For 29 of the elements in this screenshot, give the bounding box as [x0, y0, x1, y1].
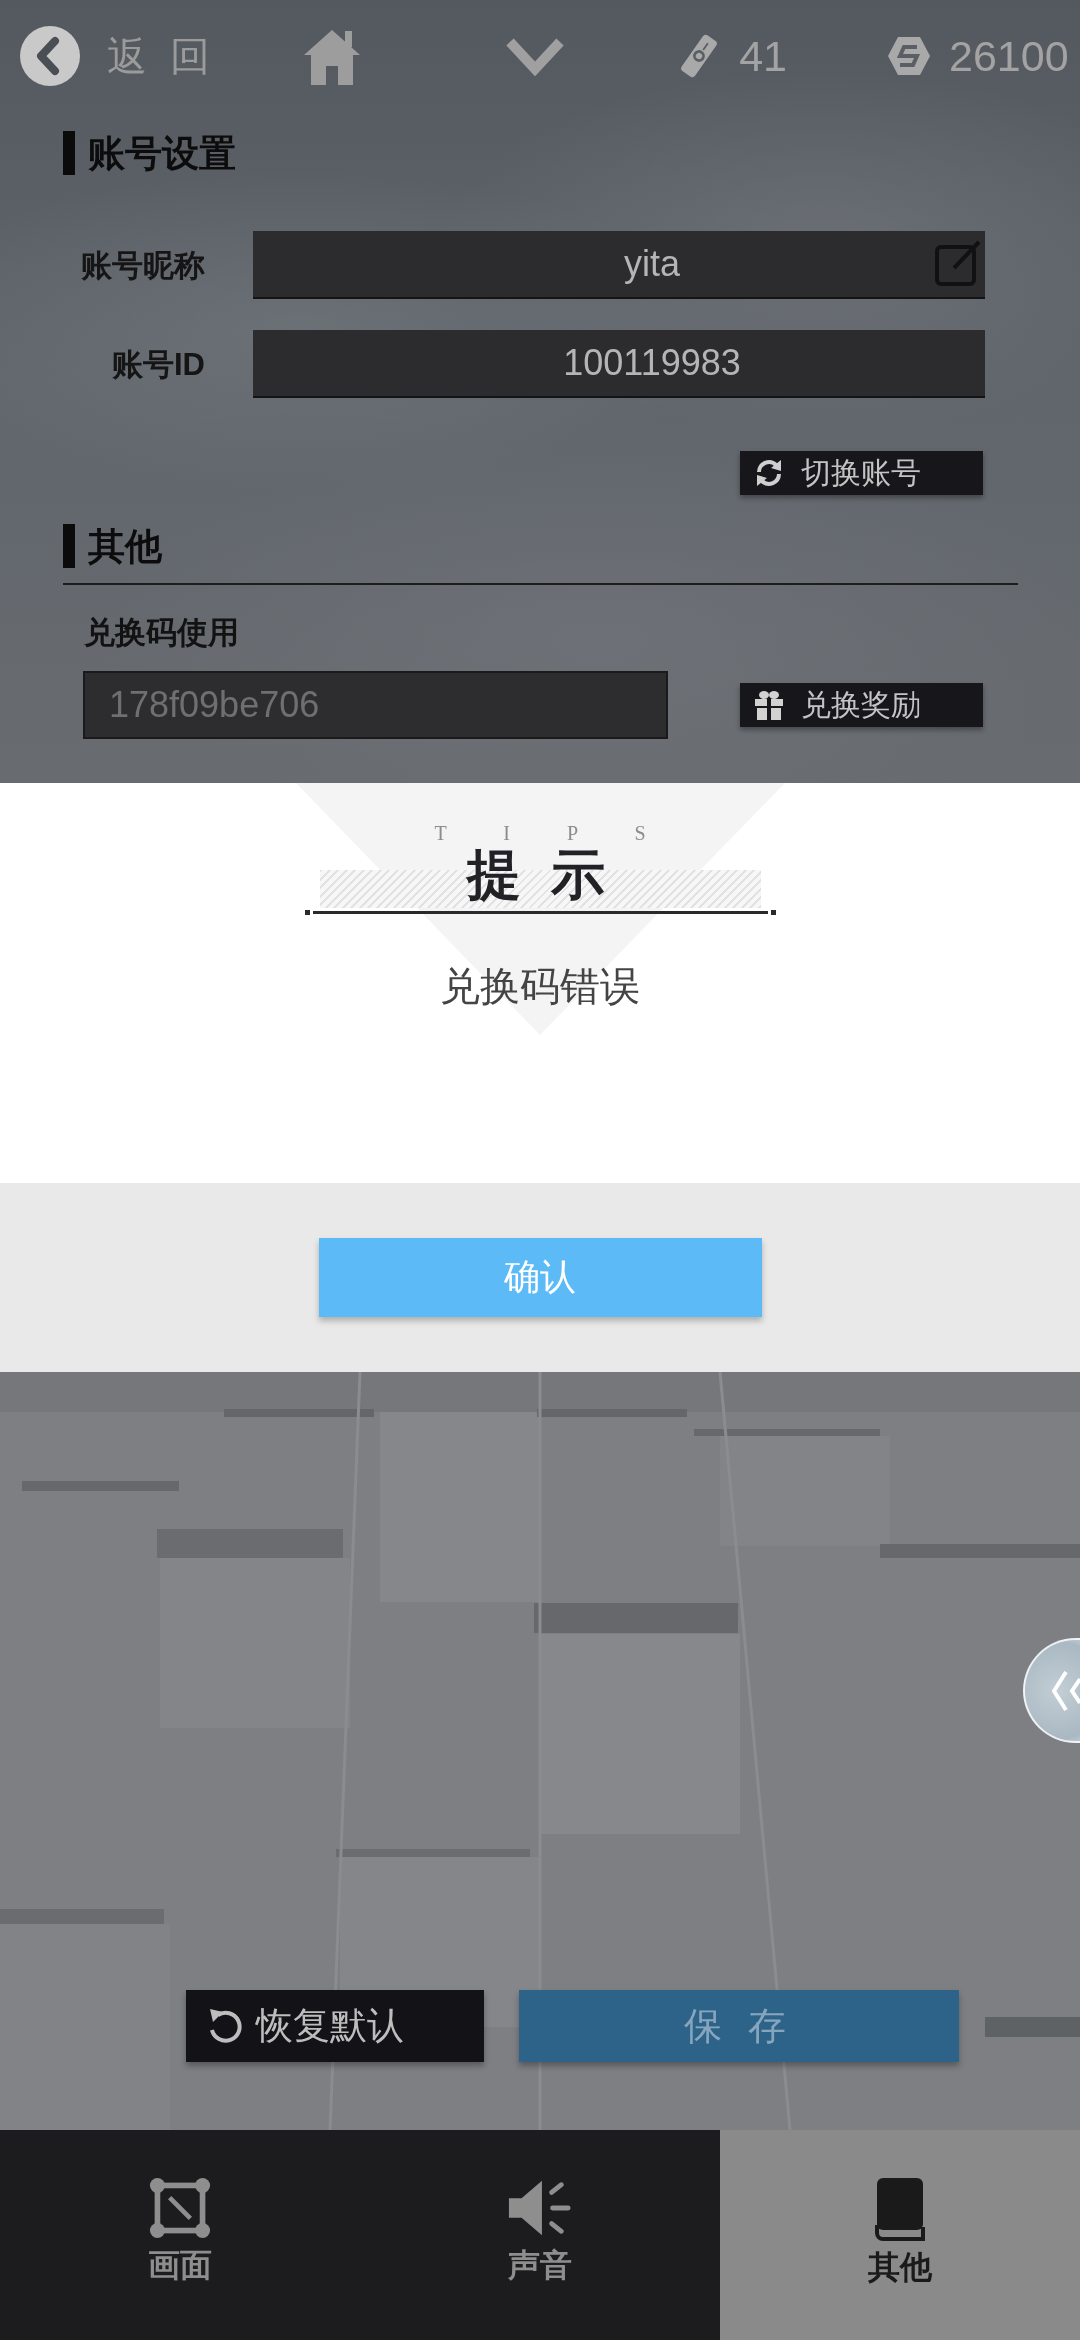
book-icon: [873, 2177, 927, 2241]
tab[interactable]: 其他: [720, 2130, 1080, 2340]
nickname-field[interactable]: yita: [253, 231, 985, 299]
back-icon: [20, 26, 80, 86]
field-label: 账号昵称: [81, 249, 205, 281]
ticket-count: 41: [739, 34, 787, 78]
dialog-title: 提 示: [467, 845, 613, 905]
dropdown-button[interactable]: [505, 36, 566, 76]
section-bar-icon: [63, 131, 75, 175]
field-label: 账号ID: [112, 348, 205, 380]
gift-icon: [753, 689, 785, 721]
switch-account-button[interactable]: 切换账号: [740, 451, 983, 495]
section-title: 其他: [88, 527, 162, 565]
chevron-down-icon: [505, 36, 566, 76]
redeem-code-field[interactable]: 178f09be706: [83, 671, 668, 739]
reset-default-button[interactable]: 恢复默认: [186, 1990, 484, 2062]
account-id-field: 100119983: [253, 330, 985, 398]
section-title: 账号设置: [88, 134, 236, 172]
redeem-button[interactable]: 兑换奖励: [740, 683, 983, 727]
home-icon: [303, 27, 362, 85]
frame-icon: [147, 2177, 213, 2239]
double-chevron-icon: [1052, 1668, 1080, 1713]
hexagon-icon: [886, 36, 931, 76]
section-bar-icon: [63, 524, 75, 568]
dialog-message: 兑换码错误: [440, 963, 640, 1010]
home-button[interactable]: [303, 27, 362, 85]
tips-caption: T I P S: [433, 821, 672, 845]
coin-count: 26100: [948, 34, 1069, 78]
redeem-code-label: 兑换码使用: [84, 617, 239, 648]
